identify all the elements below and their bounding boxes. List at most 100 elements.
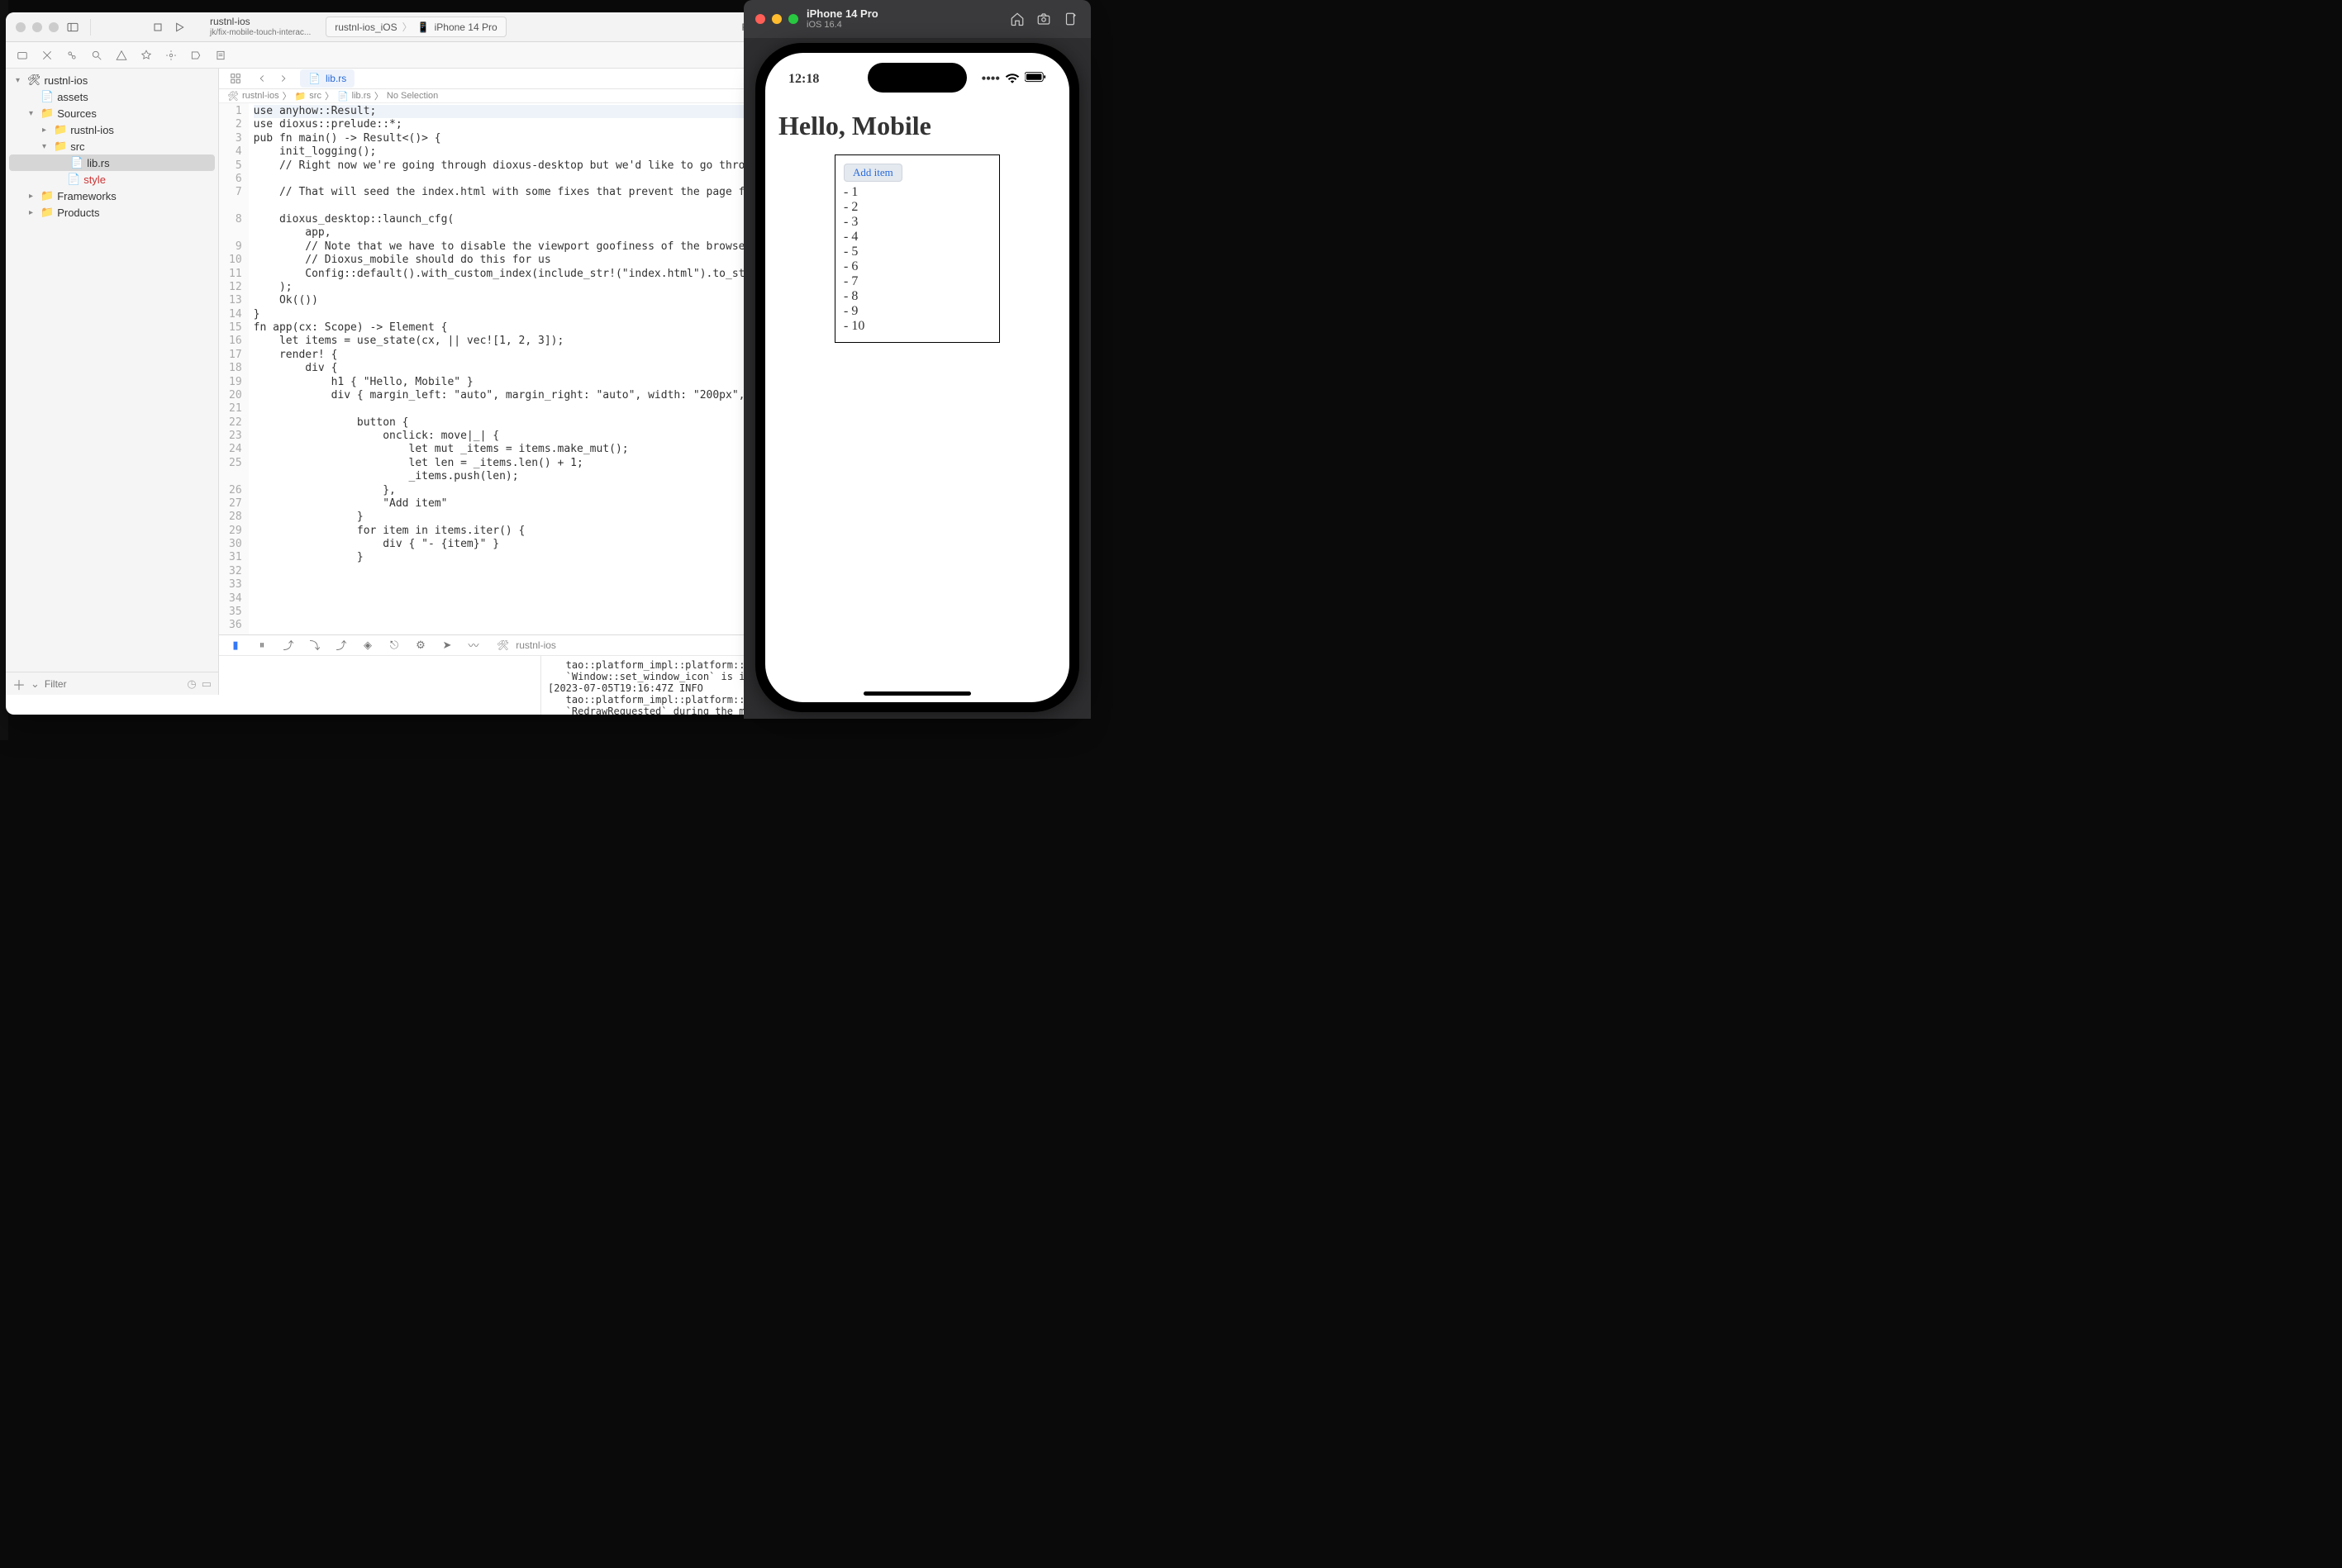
rotate-icon[interactable] xyxy=(1061,10,1079,28)
close-dot[interactable] xyxy=(16,22,26,32)
scheme-name: rustnl-ios_iOS xyxy=(335,21,397,33)
folder-nav-icon[interactable] xyxy=(12,45,32,65)
toggle-breakpoints-icon[interactable]: ▮ xyxy=(226,635,245,655)
tree-item[interactable]: ▸📁rustnl-ios xyxy=(6,121,218,138)
close-dot[interactable] xyxy=(755,14,765,24)
tree-item-label: Products xyxy=(57,207,99,219)
tree-item[interactable]: 📄assets xyxy=(6,88,218,105)
tree-item[interactable]: ▸📁Products xyxy=(6,204,218,221)
test-nav-icon[interactable] xyxy=(136,45,156,65)
find-nav-icon[interactable] xyxy=(87,45,107,65)
add-icon[interactable]: ＋ xyxy=(12,674,26,694)
device-screen[interactable]: 12:18 •••• Hello, Mobile Add item xyxy=(765,53,1069,702)
step-in-icon[interactable]: ⤵ xyxy=(305,635,325,655)
app-root: Hello, Mobile Add item - 1- 2- 3- 4- 5- … xyxy=(765,102,1069,351)
zoom-dot[interactable] xyxy=(49,22,59,32)
nav-back-icon[interactable] xyxy=(252,69,272,88)
simulator-window-controls[interactable] xyxy=(755,14,798,24)
home-button-icon[interactable] xyxy=(1008,10,1026,28)
window-controls[interactable] xyxy=(16,22,59,32)
file-tree[interactable]: ▾🛠 rustnl-ios 📄assets▾📁Sources▸📁rustnl-i… xyxy=(6,69,218,672)
pause-icon[interactable]: ⏸ xyxy=(252,635,272,655)
tree-item[interactable]: ▸📁Frameworks xyxy=(6,188,218,204)
folder-icon: 📁 xyxy=(54,140,67,153)
min-dot[interactable] xyxy=(32,22,42,32)
navigator-filter-input[interactable] xyxy=(45,678,182,690)
stop-button[interactable] xyxy=(150,20,165,35)
device-bezel: 12:18 •••• Hello, Mobile Add item xyxy=(755,43,1079,712)
list-item: - 6 xyxy=(844,259,991,274)
step-out-icon[interactable]: ⤴ xyxy=(331,635,351,655)
simulator-titlebar: iPhone 14 Pro iOS 16.4 xyxy=(744,0,1091,38)
min-dot[interactable] xyxy=(772,14,782,24)
nav-fwd-icon[interactable] xyxy=(274,69,293,88)
list-item: - 4 xyxy=(844,230,991,245)
document-icon: 📄 xyxy=(308,73,321,84)
screenshot-icon[interactable] xyxy=(1035,10,1053,28)
battery-icon xyxy=(1025,72,1046,87)
run-button[interactable] xyxy=(172,20,187,35)
app-container: Add item - 1- 2- 3- 4- 5- 6- 7- 8- 9- 10 xyxy=(835,154,1000,343)
jump-project: rustnl-ios xyxy=(242,91,279,101)
list-item: - 3 xyxy=(844,215,991,230)
tree-item[interactable]: ▾📁Sources xyxy=(6,105,218,121)
document-icon: 📄 xyxy=(67,173,80,186)
document-icon: 📄 xyxy=(40,90,54,103)
env-overrides-icon[interactable]: ⚙ xyxy=(411,635,431,655)
view-3d-icon[interactable]: ◈ xyxy=(358,635,378,655)
item-list: - 1- 2- 3- 4- 5- 6- 7- 8- 9- 10 xyxy=(844,185,991,334)
home-indicator[interactable] xyxy=(864,691,971,696)
simulator-os-version: iOS 16.4 xyxy=(807,20,1000,31)
memory-graph-icon[interactable]: ⎋ xyxy=(384,635,404,655)
tree-root-label: rustnl-ios xyxy=(45,74,88,87)
document-icon: 📄 xyxy=(70,156,83,169)
variables-view[interactable] xyxy=(219,656,541,715)
folder-icon: 📁 xyxy=(54,123,67,136)
scheme-selector[interactable]: rustnl-ios_iOS 〉 📱 iPhone 14 Pro xyxy=(326,17,506,37)
tree-item-label: Frameworks xyxy=(57,190,117,202)
folder-icon: 📁 xyxy=(40,107,54,120)
related-items-icon[interactable] xyxy=(226,69,245,88)
clock-filter-icon[interactable]: ◷ xyxy=(187,677,196,691)
simulator-window: iPhone 14 Pro iOS 16.4 12:18 •••• xyxy=(744,0,1091,719)
tree-item[interactable]: 📄style xyxy=(6,171,218,188)
spray-icon[interactable]: 〰 xyxy=(464,635,483,655)
cellular-icon: •••• xyxy=(982,72,1000,87)
debug-nav-icon[interactable] xyxy=(161,45,181,65)
report-nav-icon[interactable] xyxy=(211,45,231,65)
sidebar-toggle-icon[interactable] xyxy=(65,20,80,35)
simulator-device-name: iPhone 14 Pro xyxy=(807,7,878,20)
list-item: - 7 xyxy=(844,274,991,289)
tree-item[interactable]: ▾📁src xyxy=(6,138,218,154)
jump-folder: src xyxy=(309,91,321,101)
zoom-dot[interactable] xyxy=(788,14,798,24)
navigator-filter-bar: ＋ ⌄ ◷ ▭ xyxy=(6,672,218,695)
symbol-nav-icon[interactable] xyxy=(62,45,82,65)
editor-tab[interactable]: 📄 lib.rs xyxy=(300,69,355,88)
debug-target-label: rustnl-ios xyxy=(516,639,556,651)
issue-nav-icon[interactable] xyxy=(112,45,131,65)
list-item: - 2 xyxy=(844,200,991,215)
filter-scope-icon[interactable]: ⌄ xyxy=(31,677,40,691)
status-clock: 12:18 xyxy=(788,72,819,87)
tree-item[interactable]: 📄lib.rs xyxy=(9,154,215,171)
source-control-icon[interactable] xyxy=(37,45,57,65)
branch-title: rustnl-ios xyxy=(210,17,311,27)
tree-item-label: style xyxy=(83,173,106,186)
branch-name: jk/fix-mobile-touch-interac... xyxy=(210,28,311,37)
branch-indicator[interactable]: rustnl-ios jk/fix-mobile-touch-interac..… xyxy=(210,17,311,36)
scm-filter-icon[interactable]: ▭ xyxy=(202,677,212,691)
add-item-button[interactable]: Add item xyxy=(844,164,902,182)
wifi-icon xyxy=(1005,72,1020,88)
tree-item-label: rustnl-ios xyxy=(70,124,114,136)
app-heading: Hello, Mobile xyxy=(778,111,1056,141)
folder-icon: 📁 xyxy=(40,206,54,219)
tree-item-label: src xyxy=(70,140,84,153)
breakpoint-nav-icon[interactable] xyxy=(186,45,206,65)
step-over-icon[interactable]: ⤴ xyxy=(278,635,298,655)
list-item: - 1 xyxy=(844,185,991,200)
tree-root[interactable]: ▾🛠 rustnl-ios xyxy=(6,72,218,88)
location-icon[interactable]: ➤ xyxy=(437,635,457,655)
tree-item-label: Sources xyxy=(57,107,97,120)
device-target: iPhone 14 Pro xyxy=(435,21,497,33)
